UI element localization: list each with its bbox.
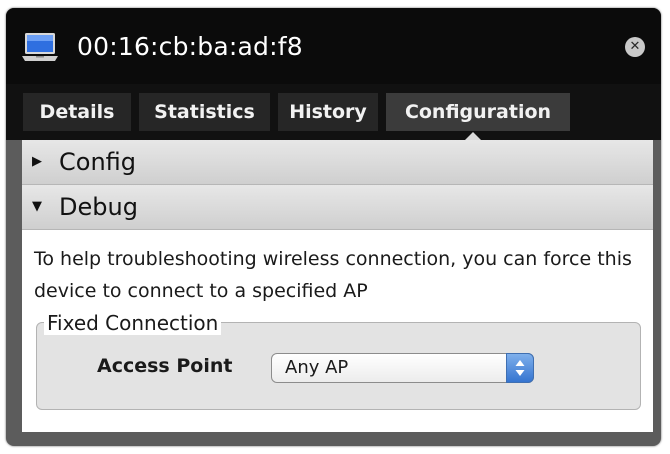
active-tab-pointer [465,132,481,140]
window-title: 00:16:cb:ba:ad:f8 [77,32,303,61]
tab-statistics[interactable]: Statistics [139,93,270,131]
close-icon[interactable]: ✕ [625,37,645,57]
section-debug-label: Debug [59,193,138,221]
section-config-label: Config [59,148,137,176]
tab-details[interactable]: Details [23,93,131,131]
group-title: Fixed Connection [44,311,222,335]
debug-description: To help troubleshooting wireless connect… [34,248,632,302]
tab-bar: Details Statistics History Configuration [6,84,661,140]
tab-history[interactable]: History [278,93,378,131]
device-window: 00:16:cb:ba:ad:f8 ✕ Details Statistics H… [6,8,661,446]
section-debug[interactable]: ▼ Debug [22,185,653,230]
disclosure-expanded-icon: ▼ [32,199,42,214]
access-point-label: Access Point [97,355,233,377]
select-stepper-icon [506,353,534,383]
access-point-select[interactable]: Any AP [271,353,534,383]
disclosure-collapsed-icon: ▶ [32,154,42,169]
configuration-panel: ▶ Config ▼ Debug To help troubleshooting… [22,140,653,432]
laptop-icon [22,32,58,62]
title-bar: 00:16:cb:ba:ad:f8 ✕ [6,8,661,84]
access-point-value: Any AP [285,357,349,378]
tab-configuration[interactable]: Configuration [386,93,570,131]
section-config[interactable]: ▶ Config [22,140,653,185]
